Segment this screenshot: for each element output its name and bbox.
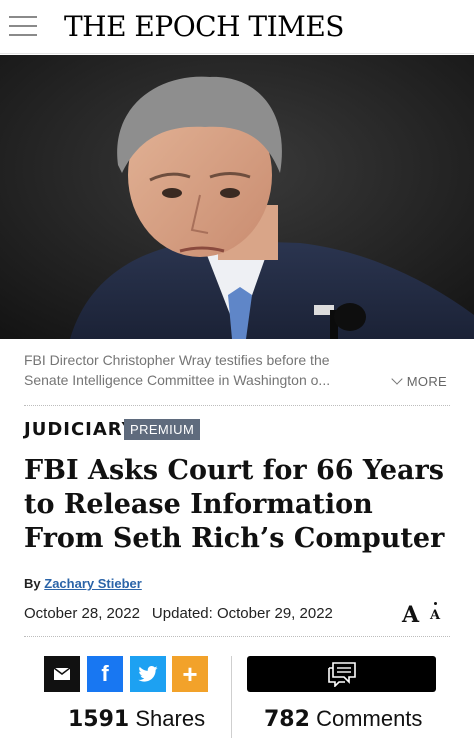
updated-date: Updated: October 29, 2022 xyxy=(151,605,333,622)
more-label: MORE xyxy=(406,374,447,389)
author-link[interactable]: Zachary Stieber xyxy=(44,576,142,591)
article-dates: October 28, 2022 Updated: October 29, 202… xyxy=(24,605,333,622)
comments-button[interactable] xyxy=(247,656,436,692)
top-bar: THE EPOCH TIMES xyxy=(0,0,474,54)
more-share-button[interactable]: + xyxy=(172,656,208,692)
font-size-button[interactable]: A A xyxy=(402,600,444,628)
hero-photo xyxy=(0,55,474,339)
twitter-icon xyxy=(138,666,158,682)
image-caption-area: FBI Director Christopher Wray testifies … xyxy=(24,350,450,406)
font-size-large-glyph: A xyxy=(402,602,420,628)
comments-number: 782 xyxy=(264,707,310,732)
hamburger-menu-icon[interactable] xyxy=(9,14,37,38)
facebook-share-button[interactable]: f xyxy=(87,656,123,692)
shares-number: 1591 xyxy=(68,707,130,732)
facebook-icon: f xyxy=(101,661,109,686)
comments-label: Comments xyxy=(316,706,423,731)
image-caption: FBI Director Christopher Wray testifies … xyxy=(24,352,331,388)
hero-image[interactable] xyxy=(0,55,474,339)
font-size-dot xyxy=(434,602,437,605)
plus-icon: + xyxy=(182,658,198,689)
vertical-divider xyxy=(231,656,232,738)
section-label[interactable]: JUDICIARY xyxy=(24,419,136,440)
premium-badge: PREMIUM xyxy=(124,419,201,440)
shares-count: 1591 Shares xyxy=(68,706,205,732)
email-share-button[interactable] xyxy=(44,656,80,692)
twitter-share-button[interactable] xyxy=(130,656,166,692)
divider xyxy=(24,636,450,637)
font-size-small-glyph: A xyxy=(430,608,441,623)
byline: By Zachary Stieber xyxy=(24,576,142,591)
published-date: October 28, 2022 xyxy=(24,605,140,622)
shares-label: Shares xyxy=(135,706,206,731)
email-icon xyxy=(54,668,70,680)
caption-more-button[interactable]: MORE xyxy=(391,373,447,389)
site-logo[interactable]: THE EPOCH TIMES xyxy=(64,10,344,43)
chevron-down-icon xyxy=(391,373,403,385)
comments-count: 782 Comments xyxy=(264,706,422,732)
article-headline: FBI Asks Court for 66 Years to Release I… xyxy=(24,455,445,554)
comments-icon xyxy=(327,662,356,687)
by-label: By xyxy=(24,576,41,591)
